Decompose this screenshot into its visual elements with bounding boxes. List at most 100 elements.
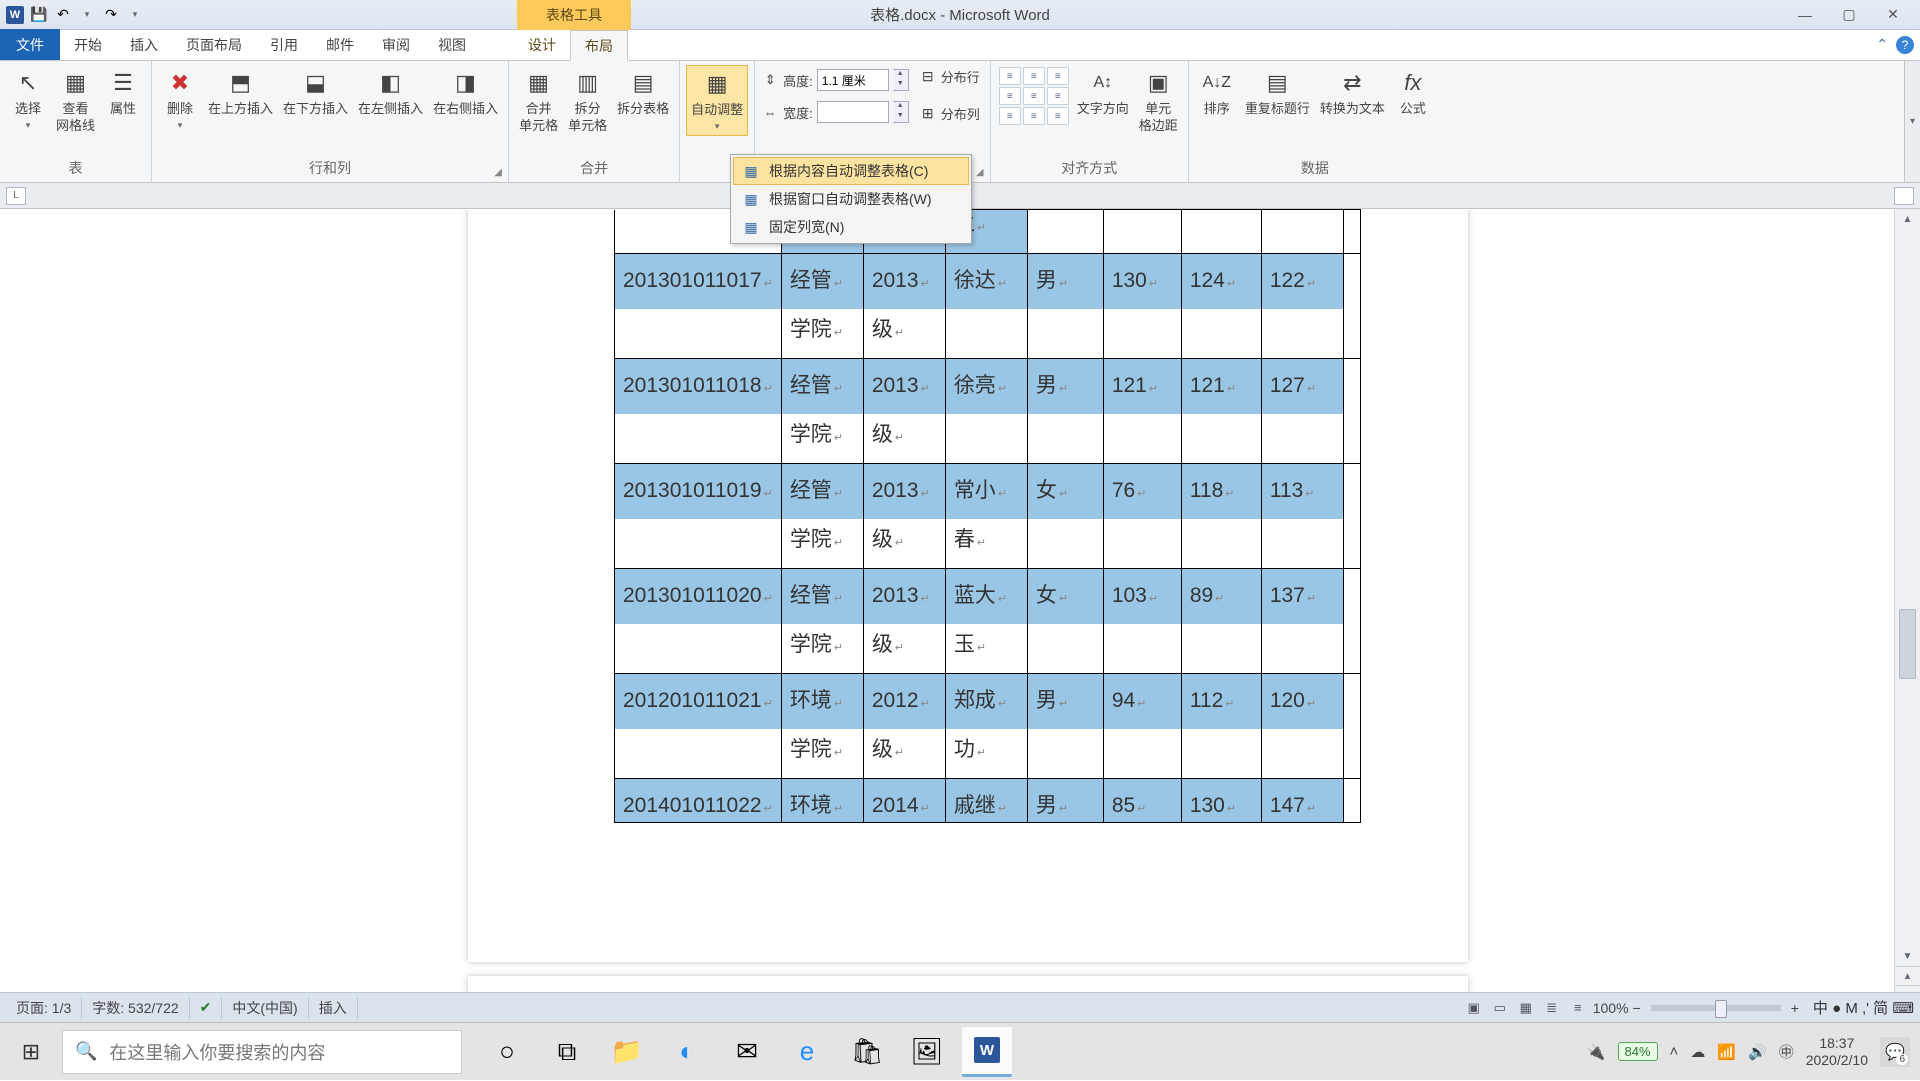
- store-icon[interactable]: 🛍: [842, 1027, 892, 1077]
- zoom-in-icon[interactable]: +: [1791, 1000, 1799, 1016]
- zoom-out-icon[interactable]: −: [1633, 1000, 1641, 1016]
- power-icon[interactable]: 🔌: [1587, 1043, 1606, 1061]
- start-button[interactable]: ⊞: [0, 1023, 62, 1081]
- table-cell[interactable]: 男: [1027, 674, 1103, 779]
- table-cell[interactable]: [1103, 210, 1181, 254]
- select-button[interactable]: ↖选择▾: [6, 65, 50, 134]
- align-mc[interactable]: ≡: [1023, 87, 1045, 105]
- table-row[interactable]: 201401011022环境2014戚继男85130147: [615, 779, 1361, 823]
- table-cell[interactable]: [1343, 210, 1360, 254]
- taskbar-search[interactable]: 🔍 在这里输入你要搜索的内容: [62, 1030, 462, 1074]
- table-cell[interactable]: 127: [1261, 359, 1343, 464]
- insert-mode[interactable]: 插入: [309, 997, 358, 1019]
- table-cell[interactable]: 男: [1027, 359, 1103, 464]
- table-cell[interactable]: 环境学院: [781, 674, 863, 779]
- wifi-icon[interactable]: 📶: [1717, 1043, 1736, 1061]
- action-center-icon[interactable]: 💬6: [1880, 1037, 1910, 1067]
- word-count[interactable]: 字数: 532/722: [82, 997, 189, 1019]
- width-input[interactable]: [817, 101, 889, 123]
- scroll-down-icon[interactable]: ▼: [1895, 946, 1920, 966]
- table-cell[interactable]: 94: [1103, 674, 1181, 779]
- app1-icon[interactable]: ◐: [662, 1027, 712, 1077]
- ime-tray-icon[interactable]: ㊥: [1779, 1041, 1794, 1062]
- align-tc[interactable]: ≡: [1023, 67, 1045, 85]
- insert-below-button[interactable]: ⬓在下方插入: [279, 65, 352, 120]
- minimize-button[interactable]: ―: [1792, 5, 1818, 25]
- tab-design[interactable]: 设计: [514, 29, 570, 60]
- repeat-header-button[interactable]: ▤重复标题行: [1241, 65, 1314, 120]
- table-cell[interactable]: 201301011020: [615, 569, 782, 674]
- table-cell[interactable]: 常小春: [945, 464, 1027, 569]
- insert-right-button[interactable]: ◨在右侧插入: [429, 65, 502, 120]
- table-cell[interactable]: [1343, 359, 1360, 464]
- align-ml[interactable]: ≡: [999, 87, 1021, 105]
- explorer-icon[interactable]: 📁: [602, 1027, 652, 1077]
- width-spinner[interactable]: ▲▼: [893, 101, 909, 123]
- merge-cells-button[interactable]: ▦合并 单元格: [515, 65, 562, 137]
- print-layout-view-icon[interactable]: ▣: [1463, 998, 1485, 1018]
- table-cell[interactable]: 2012级: [863, 674, 945, 779]
- tab-selector[interactable]: L: [6, 187, 26, 205]
- table-cell[interactable]: 郑成功: [945, 674, 1027, 779]
- align-bc[interactable]: ≡: [1023, 107, 1045, 125]
- table-cell[interactable]: [1343, 254, 1360, 359]
- table-cell[interactable]: 经管学院: [781, 569, 863, 674]
- split-table-button[interactable]: ▤拆分表格: [613, 65, 673, 120]
- text-direction-button[interactable]: A↕文字方向: [1073, 65, 1133, 120]
- document-area[interactable]: 学院级仁201301011017经管学院2013级徐达男130124122201…: [0, 209, 1894, 1022]
- word-taskbar-icon[interactable]: W: [962, 1027, 1012, 1077]
- maximize-button[interactable]: ▢: [1836, 5, 1862, 25]
- tab-references[interactable]: 引用: [256, 29, 312, 60]
- tab-home[interactable]: 开始: [60, 29, 116, 60]
- autofit-contents-item[interactable]: ▦根据内容自动调整表格(C): [733, 157, 969, 185]
- table-cell[interactable]: [1343, 569, 1360, 674]
- cell-margins-button[interactable]: ▣单元 格边距: [1135, 65, 1182, 137]
- table-cell[interactable]: 112: [1181, 674, 1261, 779]
- table-cell[interactable]: 103: [1103, 569, 1181, 674]
- table-cell[interactable]: 戚继: [945, 779, 1027, 823]
- edge-icon[interactable]: e: [782, 1027, 832, 1077]
- table-row[interactable]: 学院级仁: [615, 210, 1361, 254]
- cortana-icon[interactable]: ○: [482, 1027, 532, 1077]
- table-cell[interactable]: 121: [1181, 359, 1261, 464]
- align-mr[interactable]: ≡: [1047, 87, 1069, 105]
- table-row[interactable]: 201201011021环境学院2012级郑成功男94112120: [615, 674, 1361, 779]
- tab-layout[interactable]: 布局: [570, 30, 628, 61]
- tab-pagelayout[interactable]: 页面布局: [172, 29, 256, 60]
- table-cell[interactable]: 124: [1181, 254, 1261, 359]
- align-bl[interactable]: ≡: [999, 107, 1021, 125]
- minimize-ribbon-icon[interactable]: ⌃: [1876, 36, 1888, 54]
- table-cell[interactable]: 2013级: [863, 254, 945, 359]
- table-cell[interactable]: 201301011018: [615, 359, 782, 464]
- table-cell[interactable]: 2013级: [863, 569, 945, 674]
- redo-icon[interactable]: ↷: [100, 4, 122, 26]
- table-cell[interactable]: 120: [1261, 674, 1343, 779]
- table-cell[interactable]: [1261, 210, 1343, 254]
- table-cell[interactable]: 男: [1027, 779, 1103, 823]
- height-spinner[interactable]: ▲▼: [893, 69, 909, 91]
- table-cell[interactable]: 蓝大玉: [945, 569, 1027, 674]
- ribbon-collapse-icon[interactable]: ▾: [1904, 61, 1920, 182]
- clock[interactable]: 18:37 2020/2/10: [1806, 1035, 1868, 1069]
- table-cell[interactable]: 130: [1103, 254, 1181, 359]
- table-cell[interactable]: [1181, 210, 1261, 254]
- table-cell[interactable]: 121: [1103, 359, 1181, 464]
- table-cell[interactable]: 201401011022: [615, 779, 782, 823]
- properties-button[interactable]: ☰属性: [101, 65, 145, 120]
- table-cell[interactable]: 2014: [863, 779, 945, 823]
- dialog-launcher-icon[interactable]: ◢: [491, 165, 505, 179]
- table-cell[interactable]: 137: [1261, 569, 1343, 674]
- table-cell[interactable]: 122: [1261, 254, 1343, 359]
- tray-expand-icon[interactable]: ˄: [1670, 1043, 1679, 1060]
- onedrive-icon[interactable]: ☁: [1690, 1043, 1705, 1061]
- table-cell[interactable]: 经管学院: [781, 464, 863, 569]
- outline-view-icon[interactable]: ≣: [1541, 998, 1563, 1018]
- help-icon[interactable]: ?: [1896, 36, 1914, 54]
- table-cell[interactable]: 女: [1027, 464, 1103, 569]
- split-cells-button[interactable]: ▥拆分 单元格: [564, 65, 611, 137]
- table-cell[interactable]: 76: [1103, 464, 1181, 569]
- scroll-thumb[interactable]: [1899, 609, 1916, 679]
- insert-left-button[interactable]: ◧在左侧插入: [354, 65, 427, 120]
- table-cell[interactable]: [1343, 779, 1360, 823]
- table-cell[interactable]: 2013级: [863, 359, 945, 464]
